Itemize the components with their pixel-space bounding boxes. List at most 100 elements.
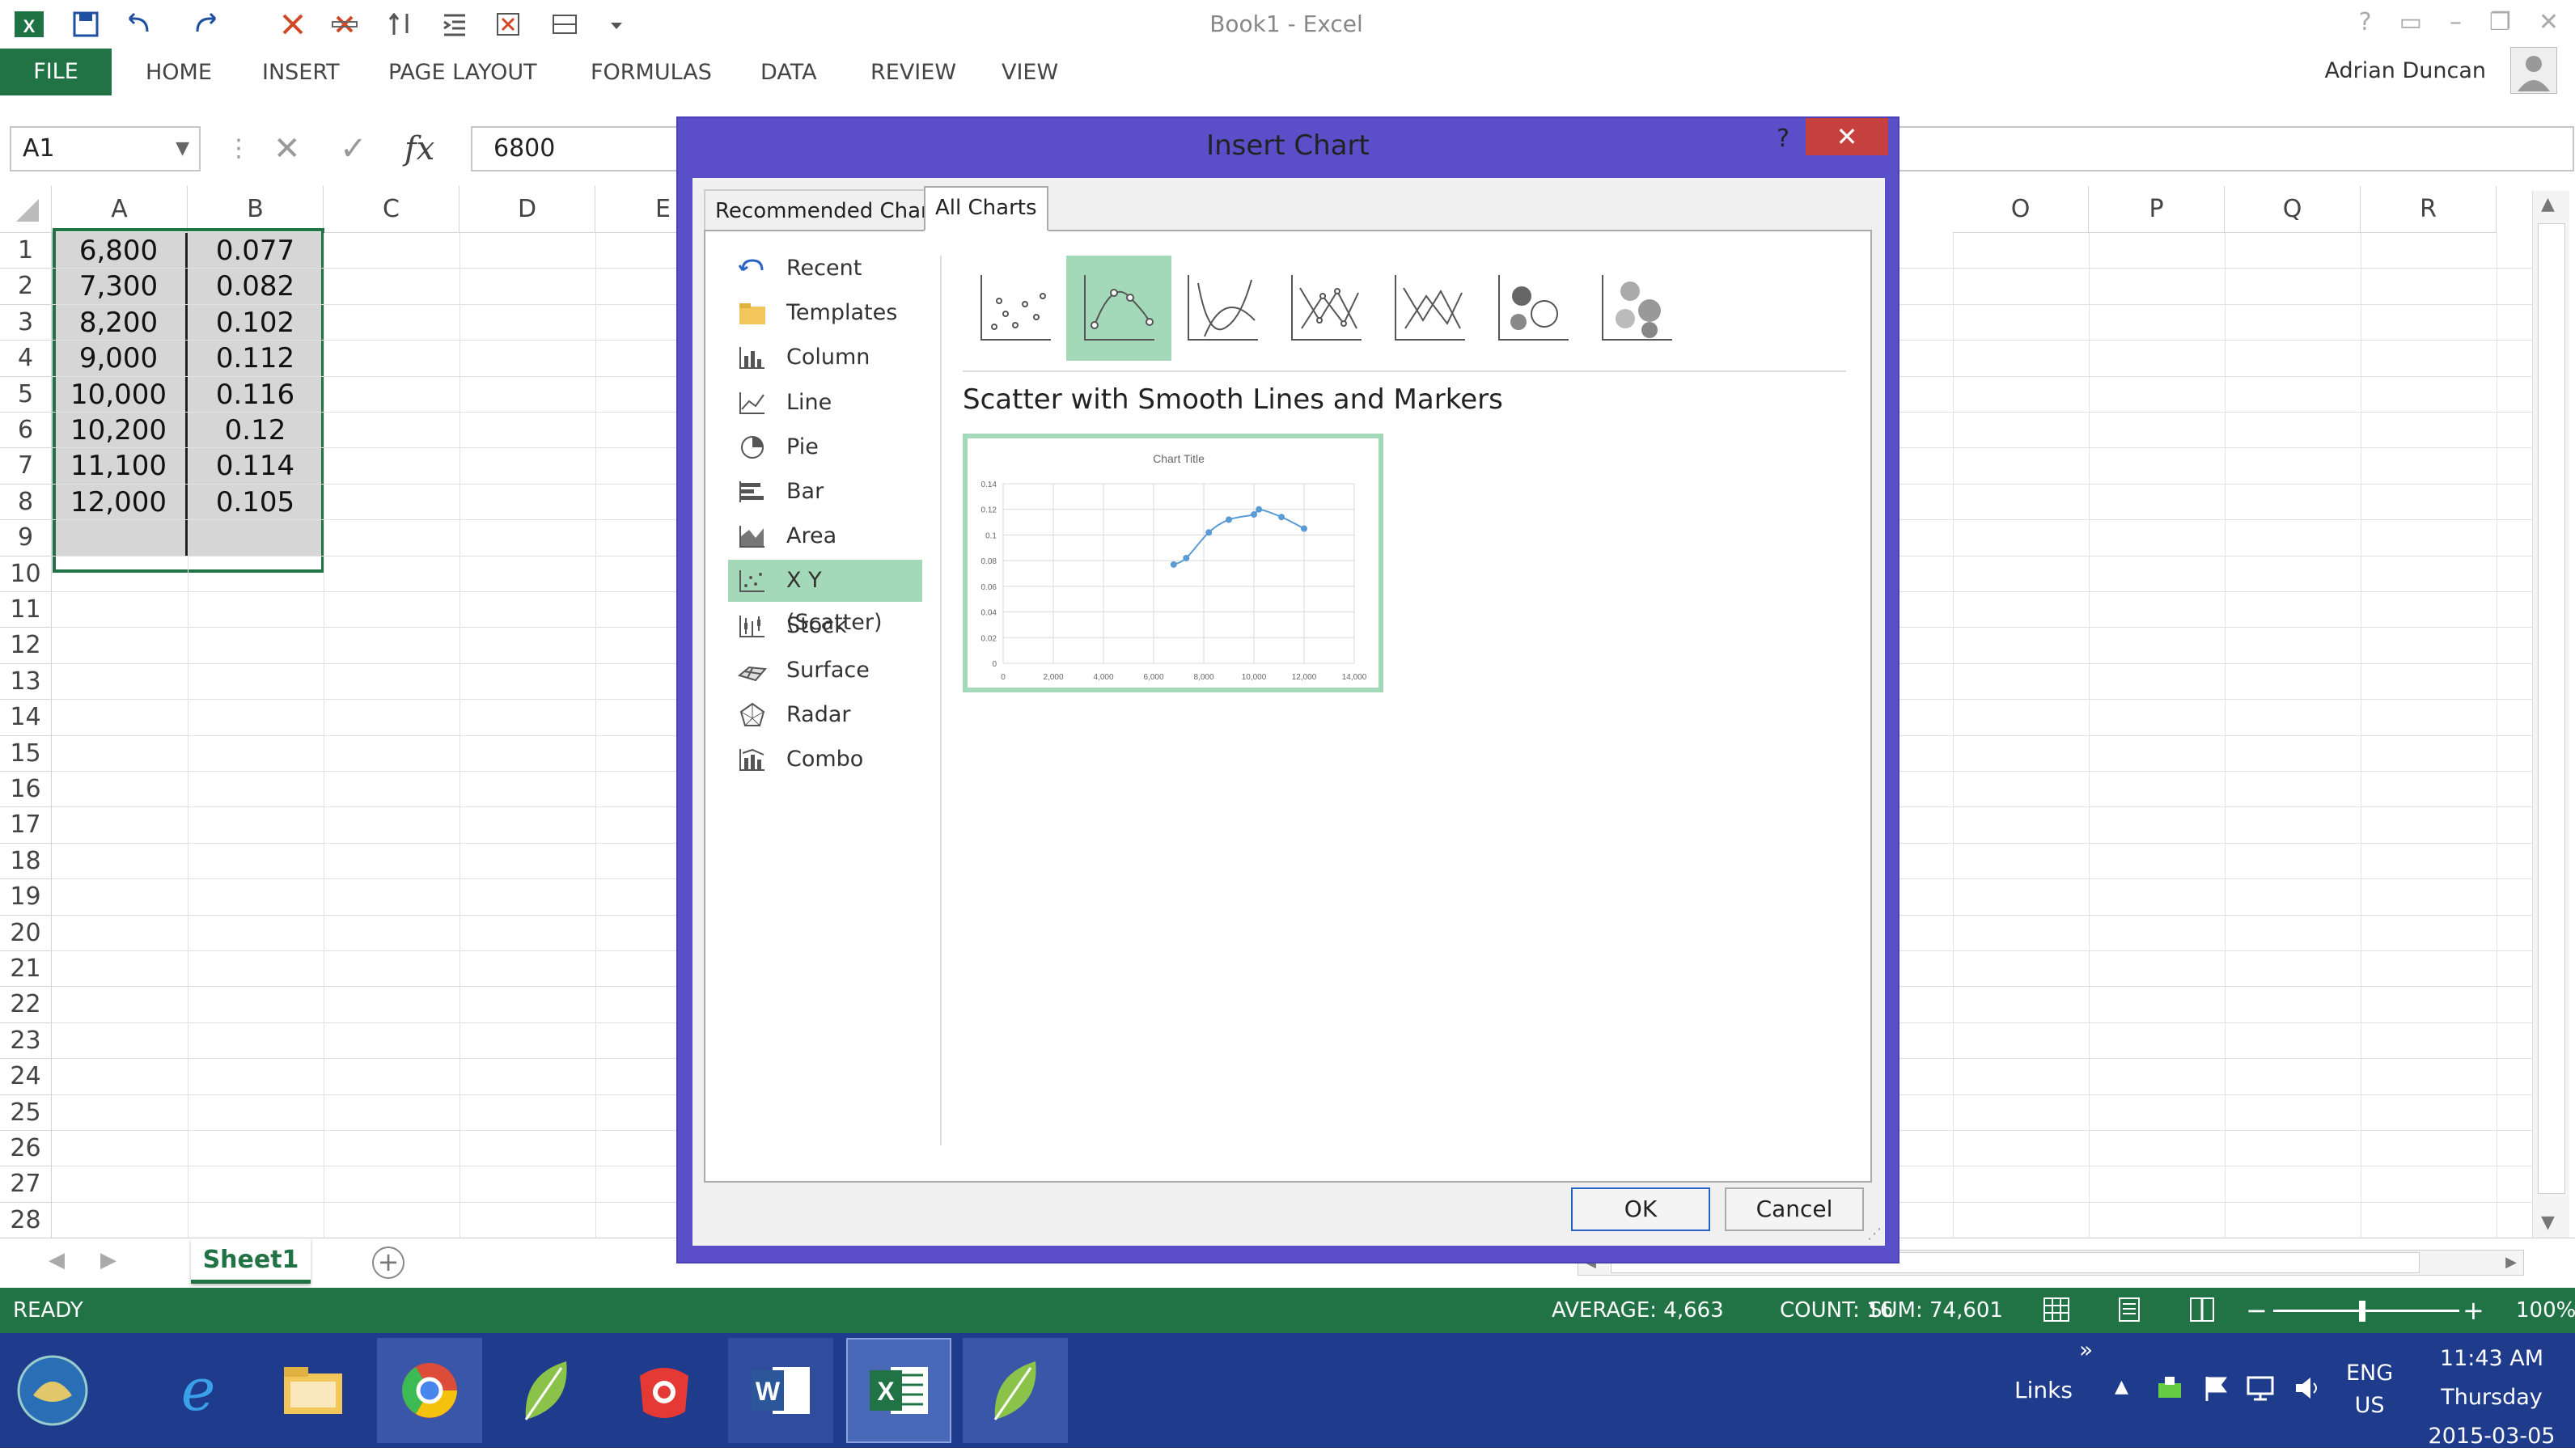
select-all-corner[interactable]	[0, 186, 52, 233]
chart-preview[interactable]: Chart Title 0.14 0.12 0.1 0.08 0.06 0.04 0.02 0 0…	[963, 434, 1383, 692]
file-explorer-icon[interactable]	[260, 1338, 366, 1443]
category-item-bar[interactable]: Bar	[728, 471, 922, 513]
column-header[interactable]: A	[52, 186, 188, 233]
column-header[interactable]: R	[2361, 186, 2497, 233]
row-header[interactable]: 4	[0, 341, 52, 377]
scatter-markers-only-icon[interactable]	[963, 256, 1068, 361]
column-header[interactable]: O	[1953, 186, 2089, 233]
row-header[interactable]: 14	[0, 700, 52, 736]
flag-icon[interactable]	[2200, 1373, 2230, 1403]
zoom-slider-thumb[interactable]	[2359, 1301, 2365, 1322]
user-name[interactable]: Adrian Duncan	[2325, 55, 2487, 87]
delete-row-icon[interactable]	[275, 5, 311, 44]
zoom-slider[interactable]	[2273, 1310, 2459, 1312]
save-icon[interactable]	[68, 5, 104, 44]
row-header[interactable]: 6	[0, 413, 52, 449]
page-layout-view-icon[interactable]	[2116, 1297, 2142, 1322]
undo-icon[interactable]	[121, 5, 157, 44]
clock[interactable]: 11:43 AM Thursday 2015-03-05	[2419, 1340, 2564, 1456]
row-header[interactable]: 20	[0, 915, 52, 951]
excel-taskbar-icon[interactable]: X	[846, 1338, 951, 1443]
table-cell[interactable]: 7,300	[52, 269, 188, 305]
customize-qat-icon[interactable]	[599, 5, 634, 44]
tab-home[interactable]: HOME	[141, 57, 217, 89]
dialog-close-button[interactable]: ✕	[1806, 118, 1888, 155]
row-header[interactable]: 17	[0, 807, 52, 844]
start-icon[interactable]	[0, 1338, 105, 1443]
show-hidden-icons[interactable]: ▲	[2115, 1377, 2128, 1397]
row-header[interactable]: 2	[0, 269, 52, 305]
enter-entry-icon[interactable]: ✓	[340, 129, 367, 168]
tab-data[interactable]: DATA	[756, 57, 822, 89]
table-cell[interactable]	[52, 520, 188, 557]
ok-button[interactable]: OK	[1571, 1187, 1710, 1231]
tab-insert[interactable]: INSERT	[257, 57, 345, 89]
category-item-pie[interactable]: Pie	[728, 426, 922, 468]
close-icon[interactable]: ✕	[2539, 6, 2559, 39]
row-header[interactable]: 19	[0, 879, 52, 916]
table-cell[interactable]: 0.12	[188, 413, 324, 449]
table-cell[interactable]: 0.082	[188, 269, 324, 305]
category-item-line[interactable]: Line	[728, 382, 922, 424]
sort-icon[interactable]	[383, 5, 419, 44]
category-item-stock[interactable]: Stock	[728, 605, 922, 647]
row-header[interactable]: 11	[0, 592, 52, 629]
tab-file[interactable]: FILE	[0, 49, 112, 95]
vertical-scrollbar[interactable]: ▲ ▼	[2532, 191, 2569, 1238]
monitor-icon[interactable]	[2246, 1373, 2275, 1403]
table-cell[interactable]: 9,000	[52, 341, 188, 377]
redo-icon[interactable]	[189, 5, 225, 44]
word-icon[interactable]: W	[728, 1338, 833, 1443]
language-indicator[interactable]: ENG US	[2346, 1357, 2393, 1422]
row-header[interactable]: 24	[0, 1059, 52, 1095]
indent-icon[interactable]	[437, 5, 472, 44]
prev-sheet-icon[interactable]: ◀	[49, 1248, 65, 1272]
page-break-view-icon[interactable]	[2189, 1297, 2215, 1322]
table-cell[interactable]: 10,000	[52, 376, 188, 413]
row-header[interactable]: 13	[0, 663, 52, 700]
chevron-down-icon[interactable]: ▼	[176, 128, 189, 170]
table-cell[interactable]: 0.114	[188, 448, 324, 485]
volume-icon[interactable]	[2293, 1373, 2322, 1403]
app-leaf-icon-2[interactable]	[963, 1338, 1068, 1443]
resize-grip-icon[interactable]: ⋰	[1867, 1225, 1882, 1242]
minimize-icon[interactable]: –	[2450, 6, 2462, 39]
app-leaf-icon[interactable]	[493, 1338, 599, 1443]
row-header[interactable]: 18	[0, 843, 52, 880]
category-item-templates[interactable]: Templates	[728, 292, 922, 334]
category-item-area[interactable]: Area	[728, 515, 922, 557]
camera-app-icon[interactable]	[612, 1338, 717, 1443]
scatter-smooth-lines-icon[interactable]	[1170, 256, 1275, 361]
3d-bubble-chart-icon[interactable]	[1584, 256, 1689, 361]
scroll-right-icon[interactable]: ▶	[2499, 1251, 2523, 1275]
scroll-down-icon[interactable]: ▼	[2541, 1213, 2555, 1233]
table-cell[interactable]: 0.102	[188, 304, 324, 341]
row-header[interactable]: 22	[0, 987, 52, 1023]
tab-view[interactable]: VIEW	[997, 57, 1063, 89]
column-header[interactable]: B	[188, 186, 324, 233]
row-header[interactable]: 5	[0, 376, 52, 413]
zoom-in-icon[interactable]: +	[2463, 1288, 2484, 1333]
links-toolbar[interactable]: Links	[2014, 1377, 2073, 1403]
zoom-out-icon[interactable]: −	[2246, 1288, 2268, 1333]
bubble-chart-icon[interactable]	[1480, 256, 1586, 361]
column-header[interactable]: C	[324, 186, 460, 233]
column-header[interactable]: P	[2089, 186, 2225, 233]
next-sheet-icon[interactable]: ▶	[100, 1248, 116, 1272]
row-header[interactable]: 3	[0, 304, 52, 341]
dialog-help-icon[interactable]: ?	[1777, 125, 1789, 153]
restore-icon[interactable]: ❐	[2489, 6, 2511, 39]
avatar[interactable]	[2510, 47, 2557, 94]
table-cell[interactable]: 0.077	[188, 233, 324, 269]
row-header[interactable]: 16	[0, 772, 52, 808]
category-item-radar[interactable]: Radar	[728, 694, 922, 736]
table-cell[interactable]: 8,200	[52, 304, 188, 341]
sheet-tab[interactable]: Sheet1	[191, 1238, 311, 1284]
merge-icon[interactable]	[547, 5, 582, 44]
scroll-thumb[interactable]	[2538, 223, 2565, 1194]
chrome-icon[interactable]	[377, 1338, 482, 1443]
column-header[interactable]: D	[460, 186, 595, 233]
tab-page-layout[interactable]: PAGE LAYOUT	[383, 57, 542, 89]
table-cell[interactable]: 6,800	[52, 233, 188, 269]
zoom-level[interactable]: 100%	[2516, 1288, 2575, 1333]
